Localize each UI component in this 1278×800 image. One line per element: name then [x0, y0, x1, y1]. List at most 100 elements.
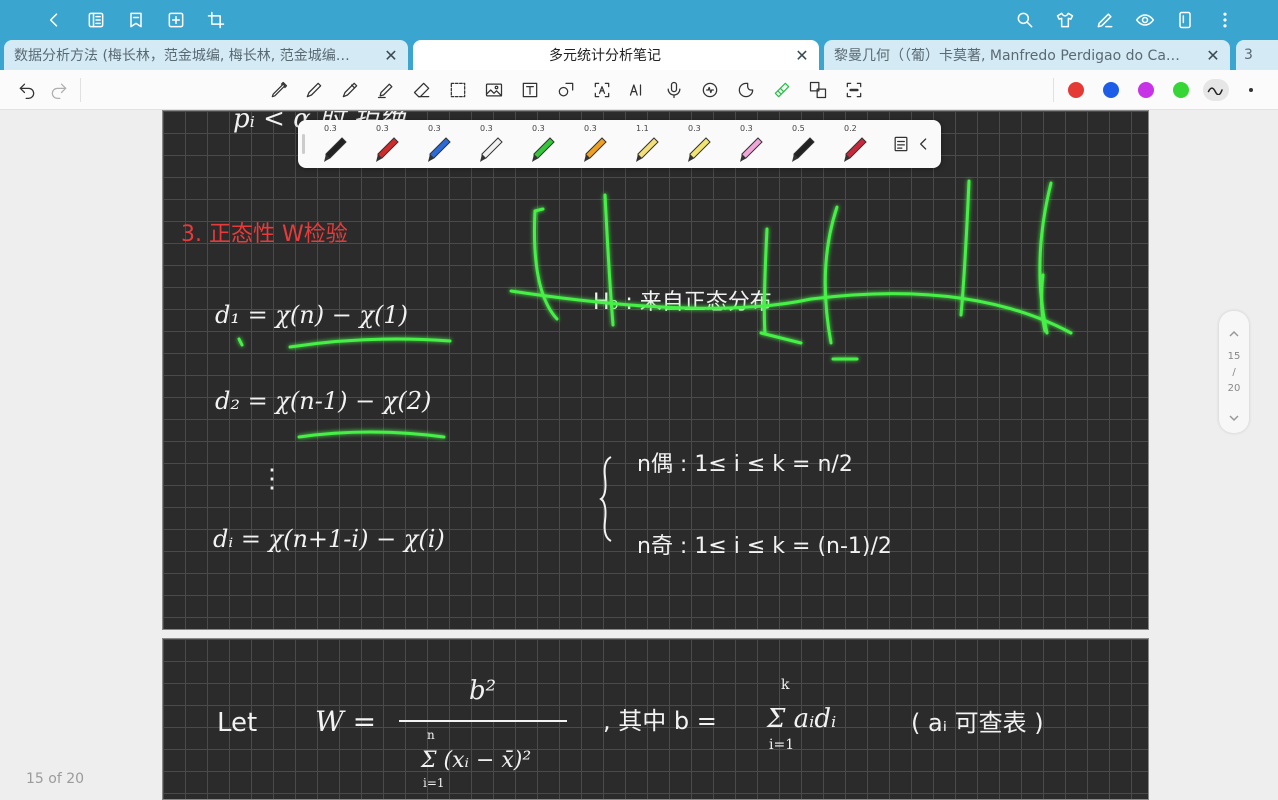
image-icon[interactable] — [483, 79, 505, 101]
stroke-smoothing-button[interactable] — [1203, 79, 1229, 101]
text-box-icon[interactable] — [519, 79, 541, 101]
formula-d1: d₁ = χ(n) − χ(1) — [215, 301, 408, 329]
formula-d2: d₂ = χ(n-1) − χ(2) — [215, 387, 431, 415]
brush-pen-icon[interactable] — [339, 79, 361, 101]
den-lower-limit: i=1 — [423, 776, 445, 790]
pen-settings-icon[interactable] — [1093, 8, 1117, 32]
pen-preset-8[interactable]: 0.3 — [674, 120, 724, 168]
toolbar-divider — [1053, 78, 1054, 102]
brace — [599, 456, 612, 542]
pen-preset-9[interactable]: 0.3 — [726, 120, 776, 168]
color-blue-swatch[interactable] — [1103, 82, 1119, 98]
den-upper-limit: n — [427, 728, 435, 742]
collapse-chevron-icon[interactable] — [914, 133, 934, 155]
tab-data-analysis[interactable]: 数据分析方法 (梅长林，范金城编, 梅长林, 范金城编… ✕ — [4, 40, 408, 70]
eraser-icon[interactable] — [411, 79, 433, 101]
redo-icon[interactable] — [48, 79, 70, 101]
text-recognition-icon[interactable] — [591, 79, 613, 101]
pen-size-label: 0.5 — [792, 124, 805, 133]
ocr-icon[interactable] — [843, 79, 865, 101]
pen-size-dot[interactable] — [1249, 88, 1253, 92]
color-purple-swatch[interactable] — [1138, 82, 1154, 98]
close-icon[interactable]: ✕ — [384, 46, 398, 65]
pen-icon — [584, 137, 607, 162]
pencil-icon[interactable] — [303, 79, 325, 101]
denominator: Σ (xᵢ − x̄)² — [420, 748, 531, 773]
vertical-dots: ⋮ — [259, 464, 285, 494]
scroller-total-pages: 20 — [1227, 383, 1241, 394]
wave-icon — [1207, 87, 1223, 95]
drawing-toolbar — [0, 70, 1278, 110]
device-mode-icon[interactable] — [1173, 8, 1197, 32]
tape-green-icon[interactable] — [771, 79, 793, 101]
pen-tray: 0.3 0.3 0.3 0.3 0.3 0.3 1.1 0.3 0.3 0.5 0.2 — [298, 120, 941, 168]
tab-overflow-count[interactable]: 3 — [1236, 40, 1278, 70]
page-counter: 15 of 20 — [26, 771, 85, 787]
sum-expression: Σ aᵢdᵢ — [766, 704, 836, 734]
microphone-icon[interactable] — [663, 79, 685, 101]
translate-icon[interactable] — [807, 79, 829, 101]
scroller-separator: / — [1232, 367, 1236, 378]
page-up-chevron-icon[interactable] — [1228, 325, 1240, 337]
color-red-swatch[interactable] — [1068, 82, 1084, 98]
pen-icon — [324, 137, 347, 162]
pen-preset-5[interactable]: 0.3 — [518, 120, 568, 168]
undo-icon[interactable] — [16, 79, 38, 101]
lasso-select-icon[interactable] — [447, 79, 469, 101]
close-icon[interactable]: ✕ — [1206, 46, 1220, 65]
pen-icon — [636, 137, 659, 162]
pen-list-icon[interactable] — [890, 133, 912, 155]
sum-upper-limit: k — [781, 677, 790, 693]
read-mode-eye-icon[interactable] — [1133, 8, 1157, 32]
w-symbol: W = — [315, 705, 376, 738]
audio-wave-icon[interactable] — [699, 79, 721, 101]
tab-title: 多元统计分析笔记 — [549, 48, 661, 64]
close-icon[interactable]: ✕ — [795, 46, 809, 65]
section-heading: 3. 正态性 W检验 — [181, 222, 348, 247]
note-page-15[interactable]: pᵢ < α 时 拒绝 3. 正态性 W检验 d₁ = χ(n) − χ(1) … — [162, 110, 1149, 630]
shapes-icon[interactable] — [555, 79, 577, 101]
more-vertical-icon[interactable] — [1213, 8, 1237, 32]
tray-drag-handle[interactable] — [302, 134, 305, 154]
tab-riemannian-geometry[interactable]: 黎曼几何（（葡）卡莫著, Manfredo Perdigao do Ca… ✕ — [824, 40, 1230, 70]
pen-size-label: 0.3 — [532, 124, 545, 133]
theme-shirt-icon[interactable] — [1053, 8, 1077, 32]
page-scroller[interactable]: 15 / 20 — [1219, 311, 1249, 433]
pen-size-label: 0.3 — [688, 124, 701, 133]
ai-lookup-note: ( aᵢ 可查表 ) — [911, 709, 1044, 737]
numerator: b² — [469, 676, 496, 706]
pen-size-label: 0.3 — [740, 124, 753, 133]
pen-size-label: 1.1 — [636, 124, 649, 133]
note-page-16[interactable]: Let W = b² n Σ (xᵢ − x̄)² i=1 , 其中 b = k… — [162, 638, 1149, 800]
pen-preset-6[interactable]: 0.3 — [570, 120, 620, 168]
tab-multivariate-notes[interactable]: 多元统计分析笔记 ✕ — [413, 40, 819, 70]
sticker-icon[interactable] — [735, 79, 757, 101]
crop-icon[interactable] — [204, 8, 228, 32]
sum-lower-limit: i=1 — [769, 737, 794, 753]
notebook-outline-icon[interactable] — [84, 8, 108, 32]
search-icon[interactable] — [1013, 8, 1037, 32]
tab-title: 黎曼几何（（葡）卡莫著, Manfredo Perdigao do Ca… — [834, 48, 1180, 64]
pen-preset-2[interactable]: 0.3 — [362, 120, 412, 168]
ai-assistant-icon[interactable] — [627, 79, 649, 101]
back-icon[interactable] — [42, 8, 66, 32]
page-down-chevron-icon[interactable] — [1228, 409, 1240, 422]
add-page-icon[interactable] — [164, 8, 188, 32]
pen-preset-1[interactable]: 0.3 — [310, 120, 360, 168]
scroller-current-page: 15 — [1227, 351, 1241, 362]
pen-preset-11[interactable]: 0.2 — [830, 120, 880, 168]
pen-icon — [376, 137, 399, 162]
bookmark-icon[interactable] — [124, 8, 148, 32]
pen-preset-4[interactable]: 0.3 — [466, 120, 516, 168]
pen-preset-10[interactable]: 0.5 — [778, 120, 828, 168]
pen-icon — [844, 137, 867, 162]
pen-icon — [792, 137, 815, 162]
pen-icon — [532, 137, 555, 162]
tab-title: 数据分析方法 (梅长林，范金城编, 梅长林, 范金城编… — [14, 48, 350, 64]
color-green-swatch[interactable] — [1173, 82, 1189, 98]
pen-preset-7[interactable]: 1.1 — [622, 120, 672, 168]
pen-preset-3[interactable]: 0.3 — [414, 120, 464, 168]
highlighter-icon[interactable] — [375, 79, 397, 101]
handwriting-layer: Let W = b² n Σ (xᵢ − x̄)² i=1 , 其中 b = k… — [217, 676, 1044, 790]
fountain-pen-icon[interactable] — [268, 79, 290, 101]
